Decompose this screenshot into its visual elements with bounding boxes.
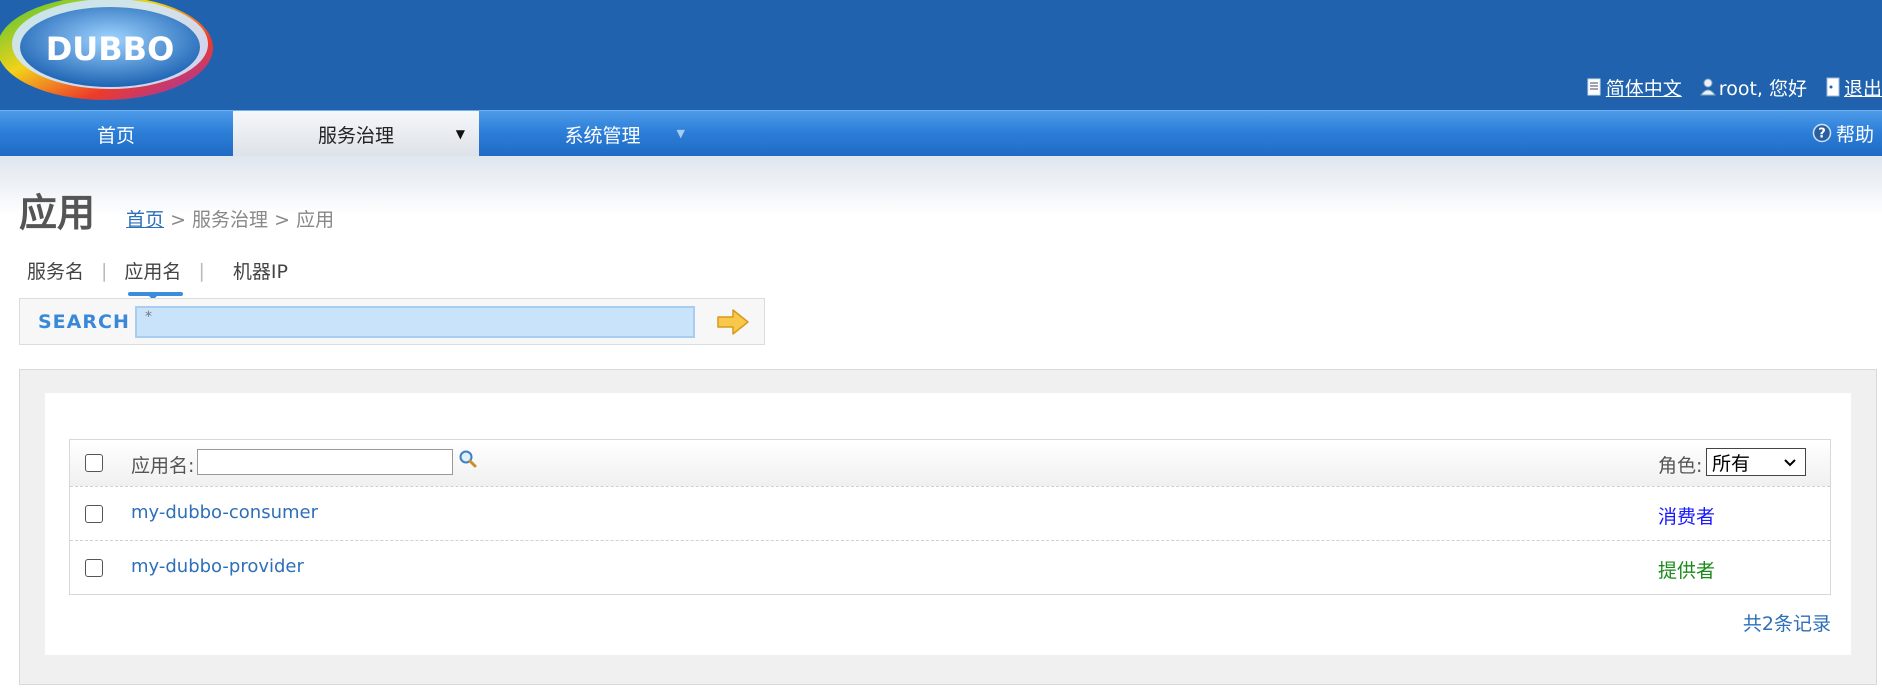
dropdown-arrow-icon: ▼ (455, 127, 465, 141)
role-cell: 提供者 (1658, 559, 1716, 582)
app-name-link[interactable]: my-dubbo-provider (131, 556, 304, 577)
tab-service-name[interactable]: 服务名 (27, 257, 84, 284)
app-name-filter-label: 应用名: (131, 455, 195, 477)
help-label: 帮助 (1835, 123, 1874, 146)
total-records[interactable]: 共2条记录 (1743, 609, 1831, 636)
logo-text: DUBBO (46, 30, 175, 68)
nav-item-label: 首页 (96, 124, 135, 147)
dubbo-logo[interactable]: DUBBO (0, 0, 215, 103)
dropdown-arrow-icon: ▼ (676, 127, 685, 140)
tab-separator: | (101, 259, 108, 282)
content-panel-inner: 应用名: 角色: 所有 my-dubbo-consumer 消费者 my-dub… (45, 393, 1851, 655)
breadcrumb-level1: 服务治理 (192, 209, 269, 231)
main-nav: 首页 服务治理 ▼ 系统管理 ▼ (0, 110, 1882, 157)
nav-item-system-management[interactable]: 系统管理 ▼ (480, 111, 725, 157)
role-cell: 消费者 (1658, 505, 1716, 528)
search-type-tabs: 服务名 | 应用名 | 机器IP (27, 257, 288, 300)
user-greeting: root, 您好 (1718, 77, 1807, 100)
help-icon: ? (1812, 123, 1832, 143)
role-filter-select[interactable]: 所有 (1706, 448, 1806, 476)
applications-table: 应用名: 角色: 所有 my-dubbo-consumer 消费者 my-dub… (69, 439, 1831, 595)
row-checkbox[interactable] (85, 504, 103, 523)
search-input[interactable] (135, 306, 695, 338)
user-icon (1699, 78, 1716, 96)
breadcrumb-level2: 应用 (296, 209, 335, 231)
nav-item-label: 服务治理 (317, 124, 394, 147)
table-header-row: 应用名: 角色: 所有 (70, 440, 1830, 486)
breadcrumb-separator: > (170, 209, 186, 231)
nav-item-label: 系统管理 (564, 124, 641, 147)
door-icon (1826, 77, 1840, 97)
chevron-down-icon (1784, 459, 1796, 467)
table-row: my-dubbo-provider 提供者 (70, 540, 1830, 594)
search-box: SEARCH (19, 298, 765, 345)
role-select-value: 所有 (1712, 452, 1751, 475)
user-toolbar: 简体中文 root, 您好 退出 (1587, 74, 1882, 100)
search-go-arrow-icon[interactable] (716, 308, 750, 336)
nav-item-service-governance[interactable]: 服务治理 ▼ (233, 111, 479, 157)
top-header: DUBBO 简体中文 root, 您好 退出 (0, 0, 1882, 110)
document-icon (1587, 78, 1601, 96)
breadcrumb-separator: > (274, 209, 291, 231)
help-button[interactable]: ? 帮助 (1812, 110, 1874, 156)
breadcrumb-home-link[interactable]: 首页 (126, 209, 164, 231)
tab-machine-ip[interactable]: 机器IP (233, 257, 288, 284)
svg-text:?: ? (1818, 127, 1826, 142)
app-name-filter-input[interactable] (197, 449, 453, 475)
language-switch[interactable]: 简体中文 (1587, 74, 1682, 101)
tab-app-name[interactable]: 应用名 (124, 257, 184, 300)
search-icon[interactable] (458, 449, 478, 469)
role-filter-label: 角色: (1658, 455, 1703, 477)
table-row: my-dubbo-consumer 消费者 (70, 486, 1830, 540)
logout-link[interactable]: 退出 (1844, 74, 1882, 101)
tab-separator: | (198, 259, 205, 282)
select-all-checkbox[interactable] (85, 454, 103, 472)
search-label: SEARCH (38, 311, 130, 333)
app-name-link[interactable]: my-dubbo-consumer (131, 502, 318, 523)
logout-button[interactable]: 退出 (1825, 74, 1882, 101)
breadcrumb: 首页 > 服务治理 > 应用 (126, 205, 334, 232)
language-link[interactable]: 简体中文 (1606, 74, 1682, 101)
content-panel: 应用名: 角色: 所有 my-dubbo-consumer 消费者 my-dub… (19, 369, 1877, 685)
page-title: 应用 (19, 191, 96, 235)
user-info: root, 您好 (1699, 74, 1807, 101)
row-checkbox[interactable] (85, 558, 103, 577)
nav-item-home[interactable]: 首页 (0, 111, 232, 157)
